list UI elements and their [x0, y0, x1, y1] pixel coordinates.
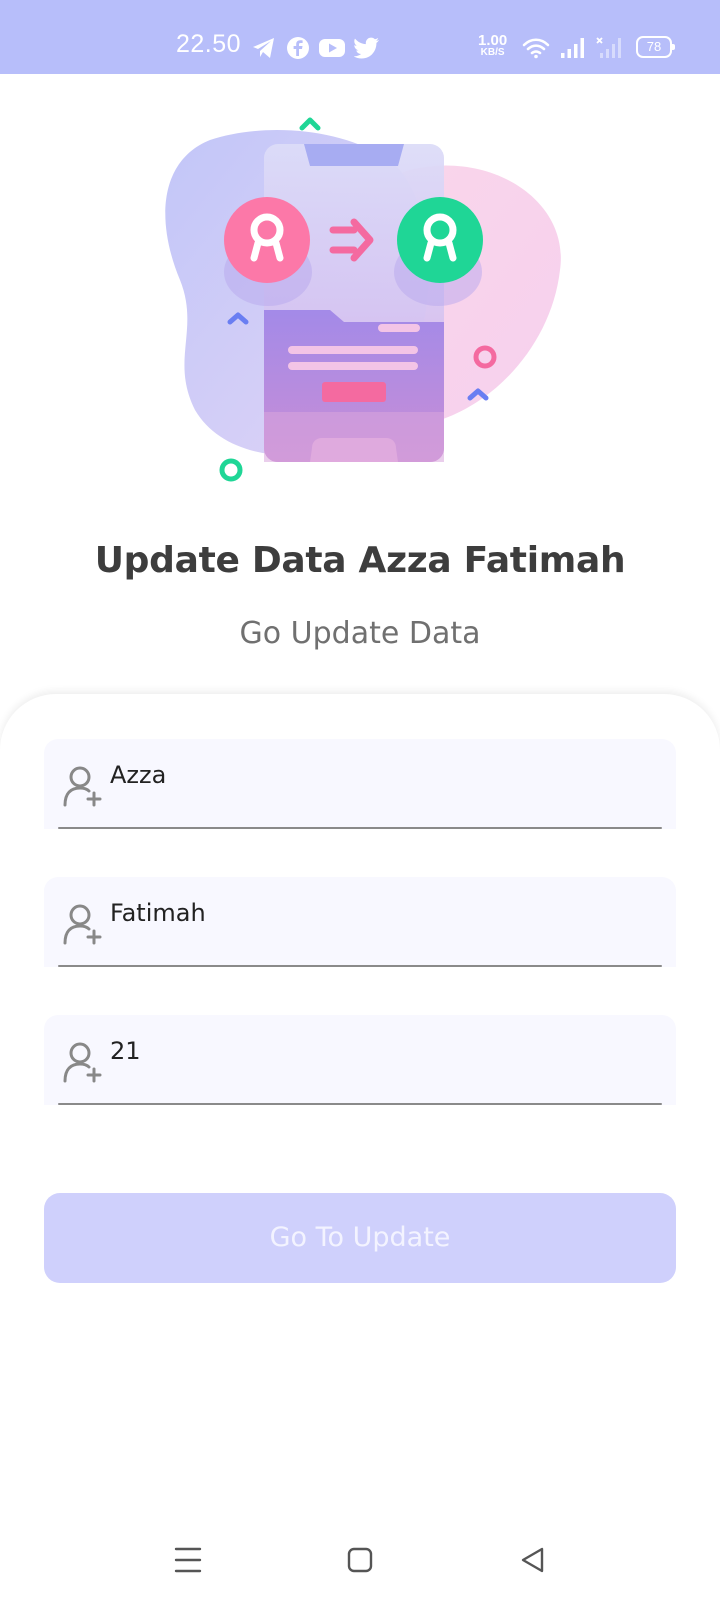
first-name-value[interactable]: Azza	[110, 761, 166, 789]
signal-no-sim-icon	[596, 37, 621, 58]
youtube-icon	[319, 39, 345, 57]
go-to-update-button[interactable]: Go To Update	[44, 1193, 676, 1283]
age-value[interactable]: 21	[110, 1037, 141, 1065]
back-triangle-icon[interactable]	[512, 1540, 552, 1580]
network-speed: 1.00 KB/S	[478, 33, 507, 58]
menu-icon[interactable]	[168, 1540, 208, 1580]
signal-icon	[561, 38, 584, 58]
network-speed-value: 1.00	[478, 32, 508, 49]
status-bar: 22.50 1.00 KB/S 78	[0, 0, 720, 74]
last-name-value[interactable]: Fatimah	[110, 899, 206, 927]
user-add-icon	[63, 766, 102, 807]
status-time: 22.50	[176, 30, 242, 58]
facebook-icon	[287, 37, 309, 59]
age-field[interactable]: 21	[44, 1015, 676, 1105]
last-name-field[interactable]: Fatimah	[44, 877, 676, 967]
home-square-icon[interactable]	[340, 1540, 380, 1580]
page-title: Update Data Azza Fatimah	[94, 540, 626, 581]
form-card	[0, 694, 720, 1600]
twitter-icon	[354, 37, 379, 59]
wifi-icon	[522, 38, 550, 59]
page-subtitle: Go Update Data	[239, 616, 481, 651]
update-data-illustration	[165, 117, 561, 482]
battery-indicator: 78	[636, 36, 675, 58]
telegram-icon	[253, 38, 274, 58]
first-name-field[interactable]: Azza	[44, 739, 676, 829]
user-add-icon	[63, 1042, 102, 1083]
network-speed-unit: KB/S	[480, 47, 505, 58]
system-nav-bar	[0, 1520, 720, 1600]
user-add-icon	[63, 904, 102, 945]
